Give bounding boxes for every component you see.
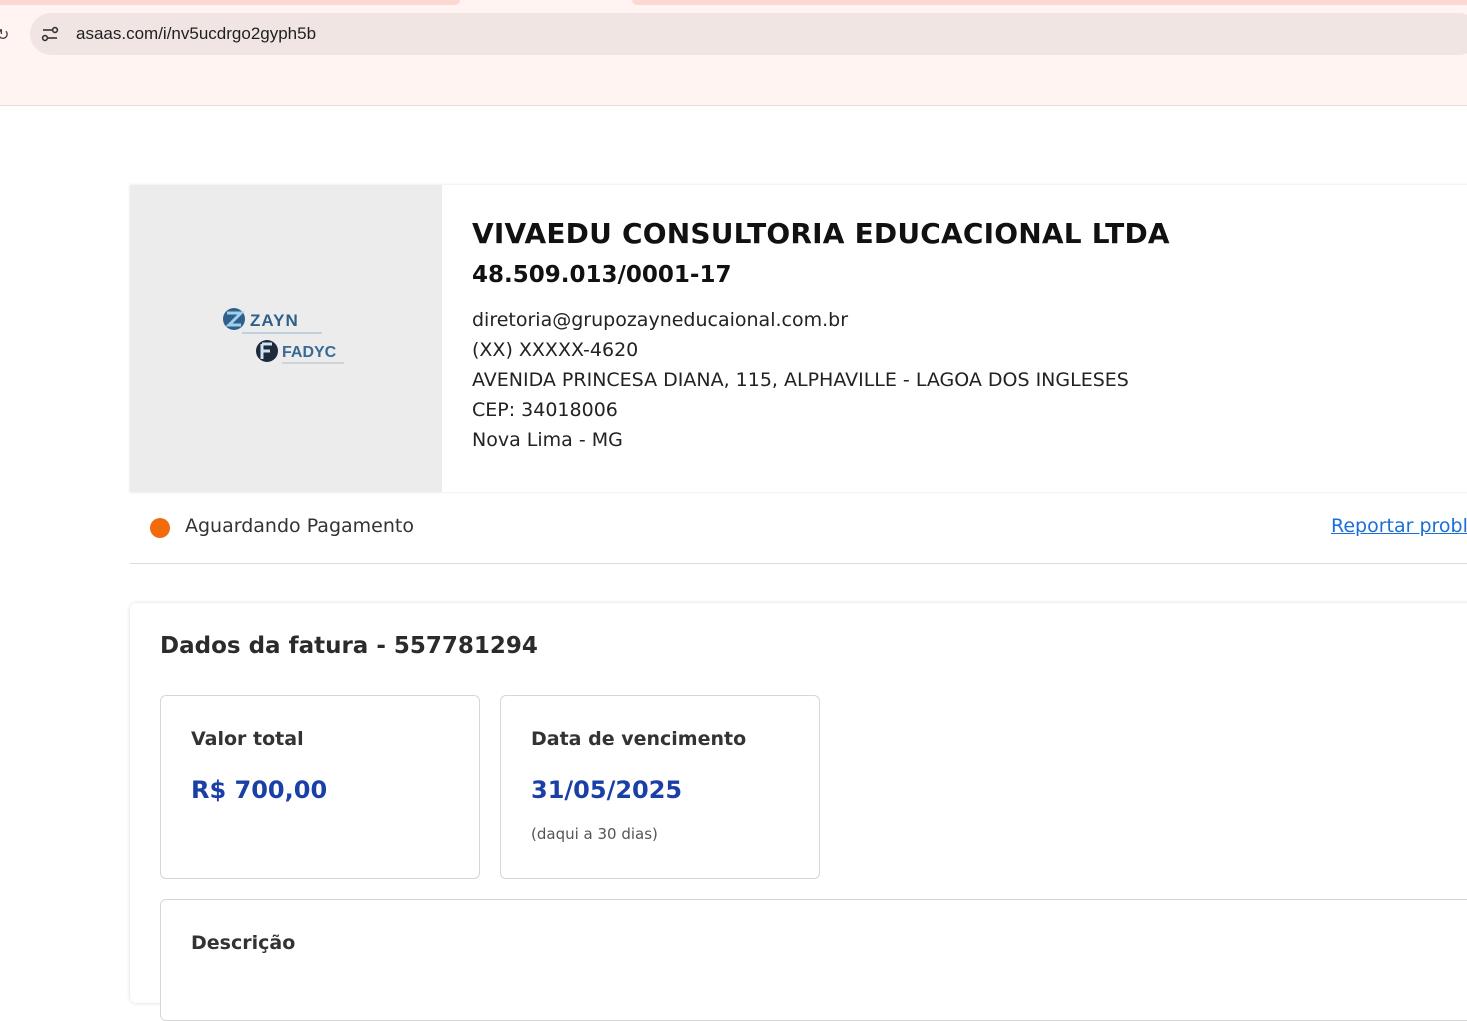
total-value: R$ 700,00	[191, 776, 328, 804]
status-label: Aguardando Pagamento	[185, 515, 414, 537]
logo-panel: ZAYN FADYC	[130, 185, 442, 492]
company-cnpj: 48.509.013/0001-17	[472, 262, 732, 288]
total-value-box: Valor total R$ 700,00	[160, 695, 480, 879]
due-date-box: Data de vencimento 31/05/2025 (daqui a 3…	[500, 695, 820, 879]
company-name: VIVAEDU CONSULTORIA EDUCACIONAL LTDA	[472, 217, 1170, 250]
browser-toolbar: ↻ asaas.com/i/nv5ucdrgo2gyph5b	[0, 0, 1467, 106]
description-label: Descrição	[191, 932, 296, 954]
status-dot-icon	[150, 518, 170, 538]
company-logo: ZAYN FADYC	[223, 308, 344, 364]
total-label: Valor total	[191, 728, 304, 750]
company-contact: diretoria@grupozayneducaional.com.br (XX…	[472, 305, 1467, 455]
url-text[interactable]: asaas.com/i/nv5ucdrgo2gyph5b	[76, 24, 316, 44]
browser-tab-left[interactable]	[0, 0, 460, 5]
payment-status-bar: Aguardando Pagamento Reportar probl	[130, 493, 1467, 564]
company-phone: (XX) XXXXX-4620	[472, 339, 639, 361]
company-info: VIVAEDU CONSULTORIA EDUCACIONAL LTDA 48.…	[472, 215, 1467, 455]
company-address: AVENIDA PRINCESA DIANA, 115, ALPHAVILLE …	[472, 369, 1129, 391]
description-box: Descrição	[160, 899, 1467, 1021]
site-settings-icon[interactable]	[40, 24, 60, 44]
company-cep: CEP: 34018006	[472, 399, 618, 421]
company-email: diretoria@grupozayneducaional.com.br	[472, 309, 849, 331]
invoice-card: Dados da fatura - 557781294 Valor total …	[130, 603, 1467, 1021]
due-date-note: (daqui a 30 dias)	[531, 825, 658, 843]
reload-icon[interactable]: ↻	[0, 26, 9, 44]
company-header-card: ZAYN FADYC VIVAEDU CONSULTORIA EDUCACION…	[130, 185, 1467, 492]
invoice-title: Dados da fatura - 557781294	[160, 633, 538, 659]
due-date-label: Data de vencimento	[531, 728, 747, 750]
browser-tab-right[interactable]	[632, 0, 1467, 5]
due-date-value: 31/05/2025	[531, 776, 683, 804]
logo-brand-2: FADYC	[282, 344, 337, 361]
logo-brand-1: ZAYN	[250, 311, 299, 330]
company-city: Nova Lima - MG	[472, 429, 623, 451]
address-bar[interactable]: asaas.com/i/nv5ucdrgo2gyph5b	[30, 13, 1467, 55]
report-problem-link[interactable]: Reportar probl	[1331, 515, 1467, 537]
